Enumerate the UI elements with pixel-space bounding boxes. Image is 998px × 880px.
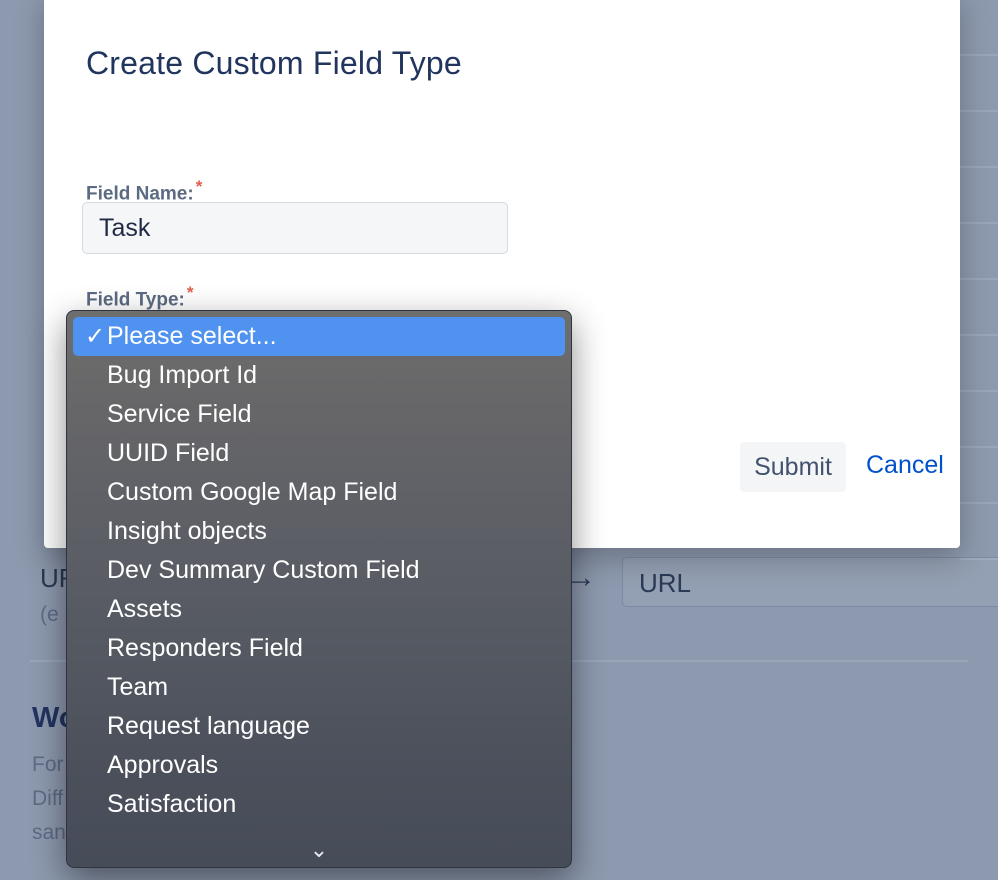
dropdown-option-label: Team xyxy=(107,673,169,701)
dropdown-option-label: Bug Import Id xyxy=(107,361,258,389)
background-target-value: URL xyxy=(639,568,692,598)
field-type-label-text: Field Type: xyxy=(86,289,185,311)
table-row xyxy=(960,224,998,280)
table-row xyxy=(960,448,998,504)
dropdown-option-label: Approvals xyxy=(107,751,219,779)
field-type-dropdown-list[interactable]: ✓ Please select... Bug Import Id Service Fi… xyxy=(66,310,572,868)
dropdown-option-label: Service Field xyxy=(107,400,252,428)
background-table xyxy=(960,0,998,560)
table-row xyxy=(960,504,998,560)
background-target-field[interactable]: URL xyxy=(622,557,998,607)
dialog-title: Create Custom Field Type xyxy=(86,45,462,81)
dropdown-option[interactable]: Request language xyxy=(67,707,571,746)
dropdown-option[interactable]: Satisfaction xyxy=(67,785,571,824)
dropdown-option[interactable]: UUID Field xyxy=(67,434,571,473)
dropdown-option-label: Assets xyxy=(107,595,183,623)
dropdown-option-label: Insight objects xyxy=(107,517,267,545)
table-row xyxy=(960,168,998,224)
dropdown-option-label: Satisfaction xyxy=(107,790,237,818)
table-row xyxy=(960,392,998,448)
field-name-input[interactable] xyxy=(82,202,508,254)
dropdown-option-label: Dev Summary Custom Field xyxy=(107,556,420,584)
required-asterisk-icon: * xyxy=(186,283,194,302)
checkmark-icon: ✓ xyxy=(85,323,106,350)
dropdown-option-label: Responders Field xyxy=(107,634,303,662)
table-row xyxy=(960,112,998,168)
dropdown-option[interactable]: Approvals xyxy=(67,746,571,785)
required-asterisk-icon: * xyxy=(195,177,203,196)
screen-root: URL (e → URL Wo For mponents or comments… xyxy=(0,0,998,880)
dropdown-option-label: Custom Google Map Field xyxy=(107,478,398,506)
table-row xyxy=(960,280,998,336)
table-row xyxy=(960,0,998,56)
background-source-hint: (e xyxy=(40,603,59,626)
dropdown-option[interactable]: Bug Import Id xyxy=(67,356,571,395)
cancel-button[interactable]: Cancel xyxy=(866,451,944,480)
dropdown-option-label: Please select... xyxy=(107,322,277,350)
dropdown-option[interactable]: Responders Field xyxy=(67,629,571,668)
dropdown-option-label: Request language xyxy=(107,712,310,740)
dropdown-option[interactable]: Assets xyxy=(67,590,571,629)
dropdown-option[interactable]: Team xyxy=(67,668,571,707)
dropdown-option[interactable]: Service Field xyxy=(67,395,571,434)
dropdown-option[interactable]: ✓ Please select... xyxy=(73,317,565,356)
submit-button[interactable]: Submit xyxy=(740,442,846,492)
dropdown-option-label: UUID Field xyxy=(107,439,230,467)
chevron-down-icon[interactable]: ⌄ xyxy=(67,839,571,861)
table-row xyxy=(960,56,998,112)
dropdown-option[interactable]: Insight objects xyxy=(67,512,571,551)
dropdown-option[interactable]: Custom Google Map Field xyxy=(67,473,571,512)
field-type-label: Field Type: * xyxy=(86,283,194,311)
dropdown-option[interactable]: Dev Summary Custom Field xyxy=(67,551,571,590)
table-row xyxy=(960,336,998,392)
